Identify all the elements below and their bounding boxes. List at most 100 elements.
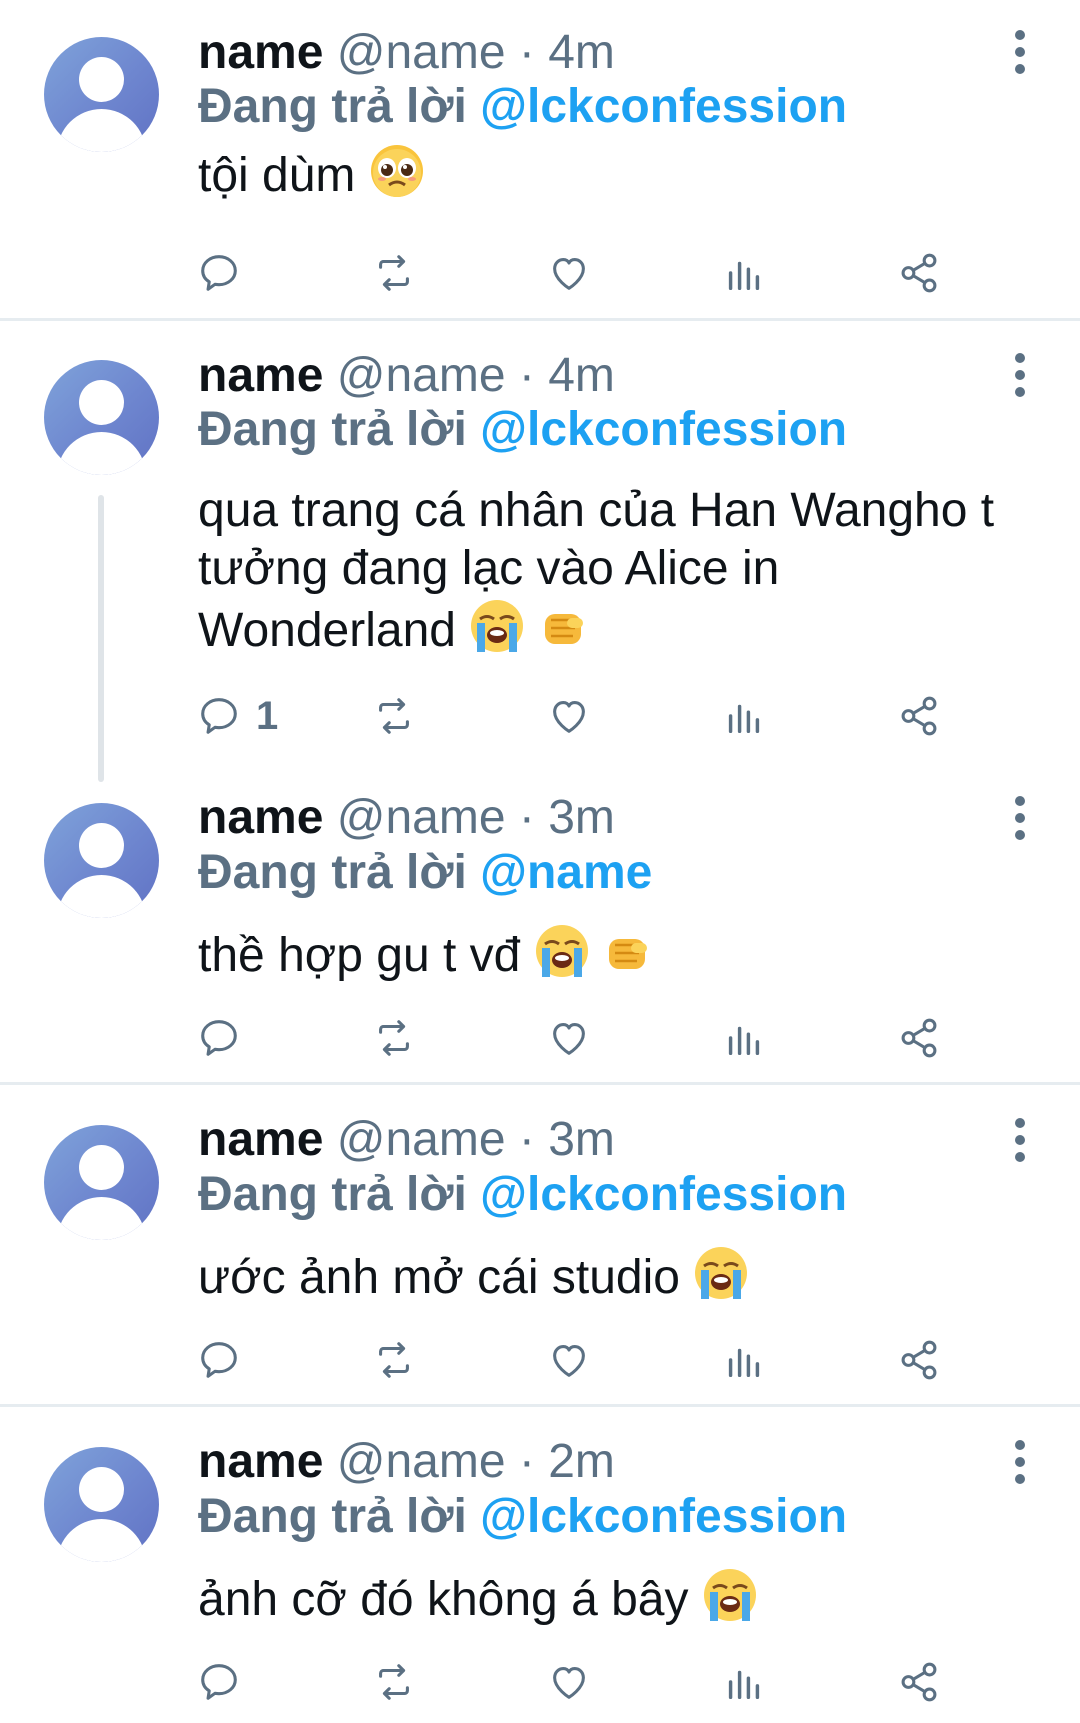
replying-to-link[interactable]: @lckconfession: [480, 403, 847, 456]
share-button[interactable]: [896, 1330, 942, 1390]
display-name[interactable]: name: [198, 1435, 323, 1488]
more-options-icon[interactable]: [1010, 353, 1030, 397]
oncoming-fist-icon: [603, 929, 653, 993]
oncoming-fist-icon: [539, 604, 589, 668]
tweet-time[interactable]: 3m: [548, 791, 615, 844]
replying-to-label: Đang trả lời: [198, 1168, 467, 1221]
heart-icon: [553, 1667, 585, 1699]
divider: [0, 1082, 1080, 1085]
retweet-icon: [379, 255, 409, 291]
share-button[interactable]: [896, 1652, 942, 1712]
display-name[interactable]: name: [198, 791, 323, 844]
retweet-button[interactable]: [371, 1652, 417, 1712]
tweet-time[interactable]: 2m: [548, 1435, 615, 1488]
user-handle: @name: [336, 26, 506, 79]
tweet-text: tội dùm: [198, 143, 1048, 213]
avatar[interactable]: [44, 1447, 159, 1562]
analytics-icon: [728, 704, 760, 734]
tweet-text: thề hợp gu t vđ: [198, 923, 1048, 993]
retweet-button[interactable]: [371, 1330, 417, 1390]
like-button[interactable]: [546, 243, 592, 303]
replying-to-link[interactable]: @lckconfession: [480, 1490, 847, 1543]
like-button[interactable]: [546, 1652, 592, 1712]
tweet-time[interactable]: 4m: [548, 349, 615, 402]
replying-to: Đang trả lời @lckconfession: [198, 402, 847, 458]
replying-to-link[interactable]: @name: [480, 846, 652, 899]
reply-icon: [201, 1664, 237, 1700]
like-button[interactable]: [546, 1330, 592, 1390]
tweet-header: name @name · 3m: [198, 790, 615, 846]
reply-icon: [201, 255, 237, 291]
analytics-button[interactable]: [721, 1008, 767, 1068]
reply-feed: name @name · 4m Đang trả lời @lckconfess…: [0, 0, 1080, 1723]
reply-icon: [201, 1342, 237, 1378]
user-handle: @name: [336, 1113, 506, 1166]
reply-button[interactable]: [196, 1008, 256, 1068]
separator: ·: [518, 1435, 535, 1488]
more-options-icon[interactable]: [1010, 1118, 1030, 1162]
share-icon: [901, 1662, 937, 1702]
tweet-time[interactable]: 4m: [548, 26, 615, 79]
tweet-text: ảnh cỡ đó không á bây: [198, 1567, 1048, 1637]
avatar[interactable]: [44, 1125, 159, 1240]
reply-button[interactable]: [196, 1330, 256, 1390]
heart-icon: [553, 1023, 585, 1055]
share-icon: [901, 1340, 937, 1380]
more-options-icon[interactable]: [1010, 30, 1030, 74]
share-button[interactable]: [896, 243, 942, 303]
more-options-icon[interactable]: [1010, 796, 1030, 840]
display-name[interactable]: name: [198, 1113, 323, 1166]
loudly-crying-face-icon: [693, 1245, 749, 1315]
tweet-header: name @name · 4m: [198, 25, 615, 81]
separator: ·: [518, 26, 535, 79]
analytics-button[interactable]: [721, 686, 767, 746]
reply-button[interactable]: 1: [196, 686, 278, 746]
display-name[interactable]: name: [198, 349, 323, 402]
like-button[interactable]: [546, 686, 592, 746]
avatar[interactable]: [44, 360, 159, 475]
avatar[interactable]: [44, 37, 159, 152]
share-button[interactable]: [896, 686, 942, 746]
reply-button[interactable]: [196, 243, 256, 303]
more-options-icon[interactable]: [1010, 1440, 1030, 1484]
tweet-text-body: tội dùm: [198, 149, 356, 202]
tweet-text-body: thề hợp gu t vđ: [198, 929, 521, 982]
like-button[interactable]: [546, 1008, 592, 1068]
tweet-text-body: qua trang cá nhân của Han Wangho t tưởng…: [198, 484, 995, 657]
loudly-crying-face-icon: [534, 923, 590, 993]
reply-count: 1: [256, 693, 279, 738]
thread-line: [98, 495, 104, 782]
replying-to-link[interactable]: @lckconfession: [480, 1168, 847, 1221]
reply-button[interactable]: [196, 1652, 256, 1712]
retweet-icon: [379, 1342, 409, 1378]
analytics-icon: [728, 1026, 760, 1056]
analytics-button[interactable]: [721, 243, 767, 303]
retweet-icon: [379, 1664, 409, 1700]
analytics-icon: [728, 1348, 760, 1378]
retweet-button[interactable]: [371, 1008, 417, 1068]
tweet-actions: [196, 1652, 1016, 1712]
heart-icon: [553, 701, 585, 733]
share-icon: [901, 253, 937, 293]
heart-icon: [553, 1345, 585, 1377]
tweet-actions: [196, 1008, 1016, 1068]
analytics-button[interactable]: [721, 1330, 767, 1390]
retweet-icon: [379, 1020, 409, 1056]
tweet-time[interactable]: 3m: [548, 1113, 615, 1166]
retweet-button[interactable]: [371, 243, 417, 303]
analytics-button[interactable]: [721, 1652, 767, 1712]
share-icon: [901, 696, 937, 736]
retweet-button[interactable]: [371, 686, 417, 746]
replying-to-link[interactable]: @lckconfession: [480, 80, 847, 133]
replying-to: Đang trả lời @lckconfession: [198, 1489, 847, 1545]
loudly-crying-face-icon: [469, 598, 525, 668]
display-name[interactable]: name: [198, 26, 323, 79]
tweet-header: name @name · 4m: [198, 348, 615, 404]
pleading-face-icon: [369, 143, 425, 213]
tweet-actions: 1: [196, 686, 1016, 746]
replying-to-label: Đang trả lời: [198, 1490, 467, 1543]
share-icon: [901, 1018, 937, 1058]
share-button[interactable]: [896, 1008, 942, 1068]
replying-to: Đang trả lời @name: [198, 845, 652, 901]
avatar[interactable]: [44, 803, 159, 918]
